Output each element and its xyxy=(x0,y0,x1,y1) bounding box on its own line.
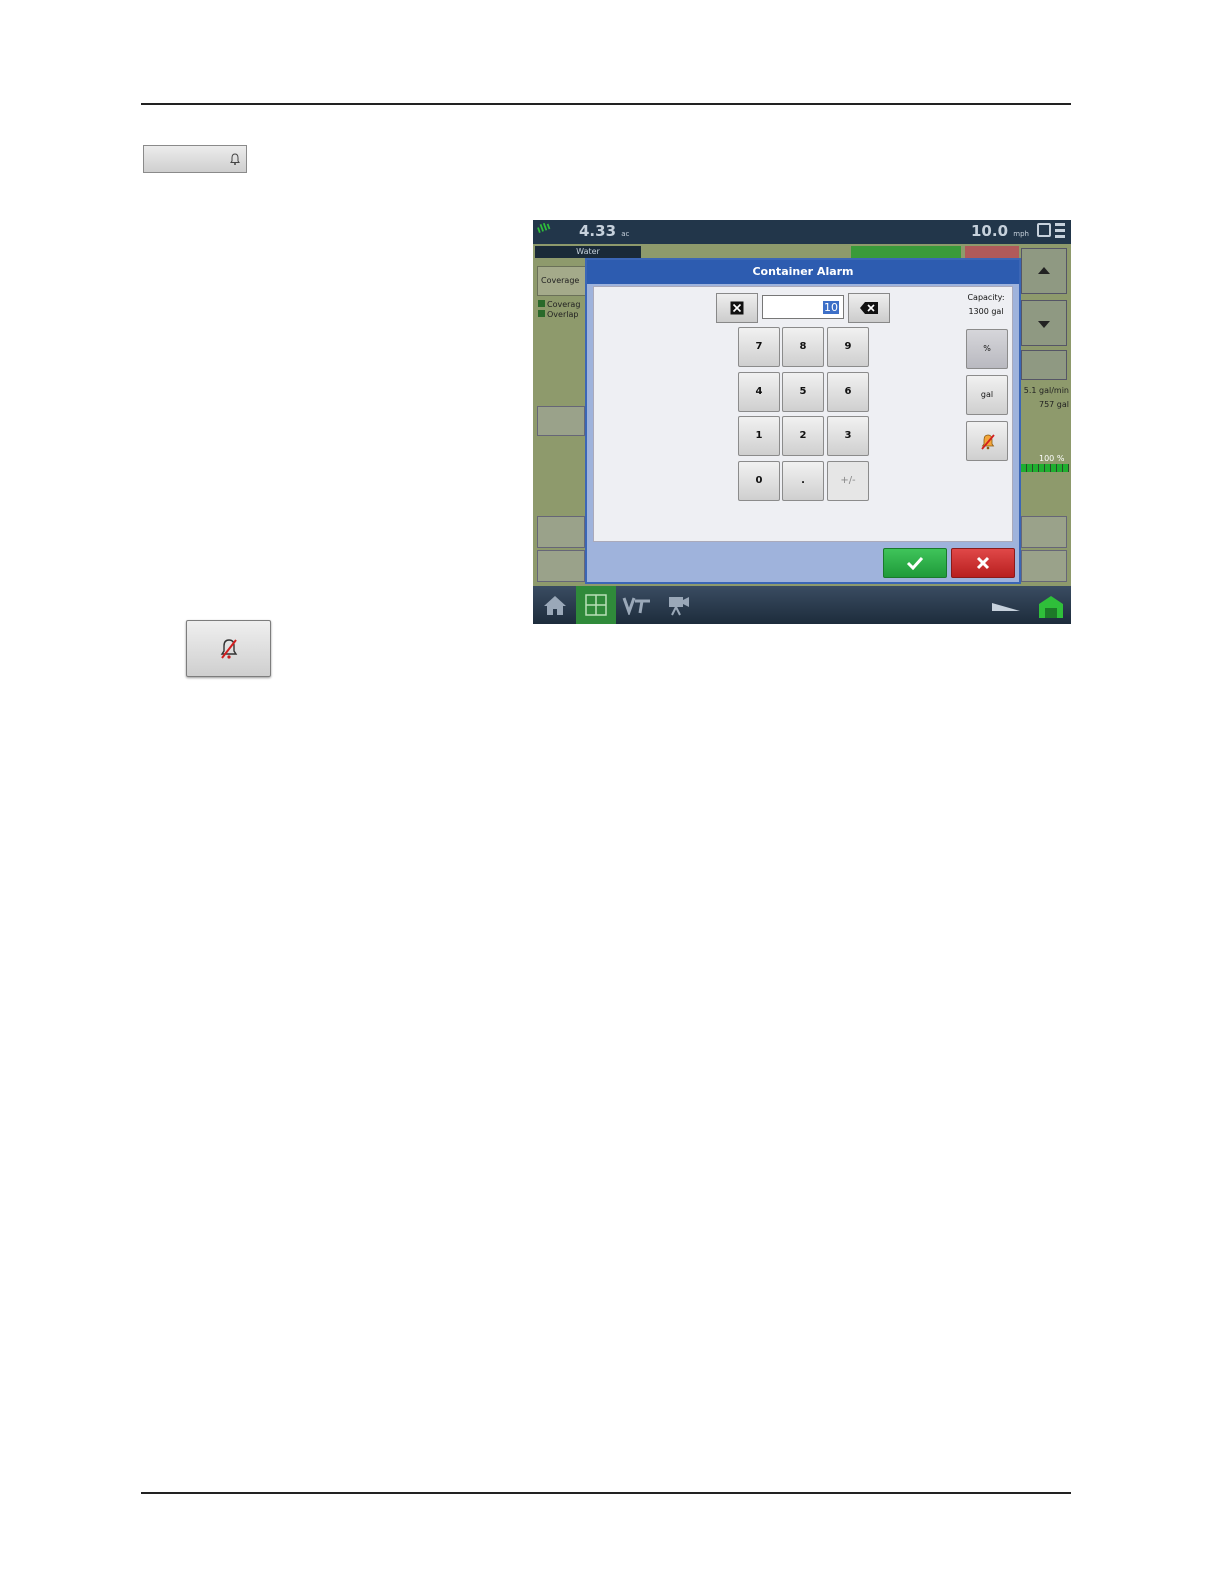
bg-tile xyxy=(537,550,585,582)
product-bar xyxy=(851,246,961,258)
capacity-label: Capacity: xyxy=(967,293,1005,302)
confirm-button[interactable] xyxy=(883,548,947,578)
grid-icon xyxy=(585,594,607,616)
level-percent: 100 % xyxy=(1039,454,1065,463)
home-icon xyxy=(544,596,566,615)
slope-indicator-icon xyxy=(992,603,1020,611)
legend-coverage: Coverag xyxy=(547,300,581,309)
capacity-readout: Capacity: 1300 gal xyxy=(958,291,1014,319)
alarm-mute-toggle[interactable] xyxy=(966,421,1008,461)
vt-button[interactable] xyxy=(617,586,657,624)
speed-readout: 10.0 mph xyxy=(971,222,1029,240)
backspace-button[interactable] xyxy=(848,293,890,323)
rate-readout: 5.1 gal/min 757 gal xyxy=(1021,384,1069,412)
key-8[interactable]: 8 xyxy=(782,327,824,367)
bell-muted-icon xyxy=(220,639,238,659)
area-readout: 4.33 ac xyxy=(579,222,629,240)
level-bar xyxy=(1021,464,1069,472)
key-2[interactable]: 2 xyxy=(782,416,824,456)
value-input[interactable]: 10 xyxy=(762,295,844,319)
key-plus-minus[interactable]: +/- xyxy=(827,461,869,501)
bottom-nav xyxy=(533,586,1071,624)
keypad-panel: 10 Capacity: 1300 gal 7 8 9 4 5 6 1 2 3 … xyxy=(593,286,1013,542)
screen-layout-icon[interactable] xyxy=(1037,223,1051,237)
product-water-label: Water xyxy=(535,246,641,258)
header-rule xyxy=(141,103,1071,105)
key-decimal[interactable]: . xyxy=(782,461,824,501)
up-arrow-icon xyxy=(1038,267,1050,274)
implement-status-icon[interactable] xyxy=(1037,594,1065,620)
alarm-mute-button[interactable] xyxy=(186,620,271,677)
close-icon xyxy=(976,556,990,570)
checkmark-icon xyxy=(906,556,924,570)
cancel-button[interactable] xyxy=(951,548,1015,578)
display-screenshot: Water Coverage Coverag Overlap 5.1 gal/m… xyxy=(533,220,1071,624)
key-3[interactable]: 3 xyxy=(827,416,869,456)
dialog-title: Container Alarm xyxy=(587,260,1019,284)
map-legend: Coverag Overlap xyxy=(538,300,580,320)
scroll-up-button[interactable] xyxy=(1021,248,1067,294)
flow-rate: 5.1 gal/min xyxy=(1023,386,1069,395)
bg-tile xyxy=(537,406,585,436)
unit-gal-button[interactable]: gal xyxy=(966,375,1008,415)
bell-icon xyxy=(230,153,240,165)
bg-tile xyxy=(537,516,585,548)
status-bar: ıllı 4.33 ac 10.0 mph xyxy=(533,220,1071,244)
container-alarm-button[interactable] xyxy=(143,145,247,173)
container-volume: 757 gal xyxy=(1038,400,1069,409)
speed-unit: mph xyxy=(1013,230,1029,238)
key-4[interactable]: 4 xyxy=(738,372,780,412)
entry-value: 10 xyxy=(823,301,839,314)
key-9[interactable]: 9 xyxy=(827,327,869,367)
camera-icon xyxy=(669,597,689,616)
wrench-button[interactable] xyxy=(1021,350,1067,380)
unit-percent-button[interactable]: % xyxy=(966,329,1008,369)
bell-muted-icon xyxy=(981,434,995,450)
key-6[interactable]: 6 xyxy=(827,372,869,412)
container-alarm-dialog: Container Alarm 10 Capacity: 1300 gal 7 … xyxy=(585,258,1021,584)
area-value: 4.33 xyxy=(579,222,617,240)
menu-dots-icon[interactable] xyxy=(1055,223,1065,239)
scroll-down-button[interactable] xyxy=(1021,300,1067,346)
clear-icon xyxy=(730,301,744,315)
run-screen-button[interactable] xyxy=(576,586,616,624)
down-arrow-icon xyxy=(1038,321,1050,328)
vt-icon xyxy=(622,597,650,615)
home-button[interactable] xyxy=(535,586,575,624)
area-unit: ac xyxy=(621,230,630,238)
alarm-indicator xyxy=(965,246,1019,258)
footer-rule xyxy=(141,1492,1071,1494)
backspace-icon xyxy=(860,302,878,314)
speed-value: 10.0 xyxy=(971,222,1009,240)
legend-overlap: Overlap xyxy=(547,310,579,319)
key-1[interactable]: 1 xyxy=(738,416,780,456)
key-5[interactable]: 5 xyxy=(782,372,824,412)
logo: ıllı xyxy=(535,220,553,237)
bg-tile xyxy=(1021,550,1067,582)
clear-button[interactable] xyxy=(716,293,758,323)
bg-tile xyxy=(1021,516,1067,548)
key-0[interactable]: 0 xyxy=(738,461,780,501)
key-7[interactable]: 7 xyxy=(738,327,780,367)
capacity-value: 1300 gal xyxy=(968,307,1004,316)
camera-button[interactable] xyxy=(659,586,699,624)
coverage-button[interactable]: Coverage xyxy=(537,266,587,296)
